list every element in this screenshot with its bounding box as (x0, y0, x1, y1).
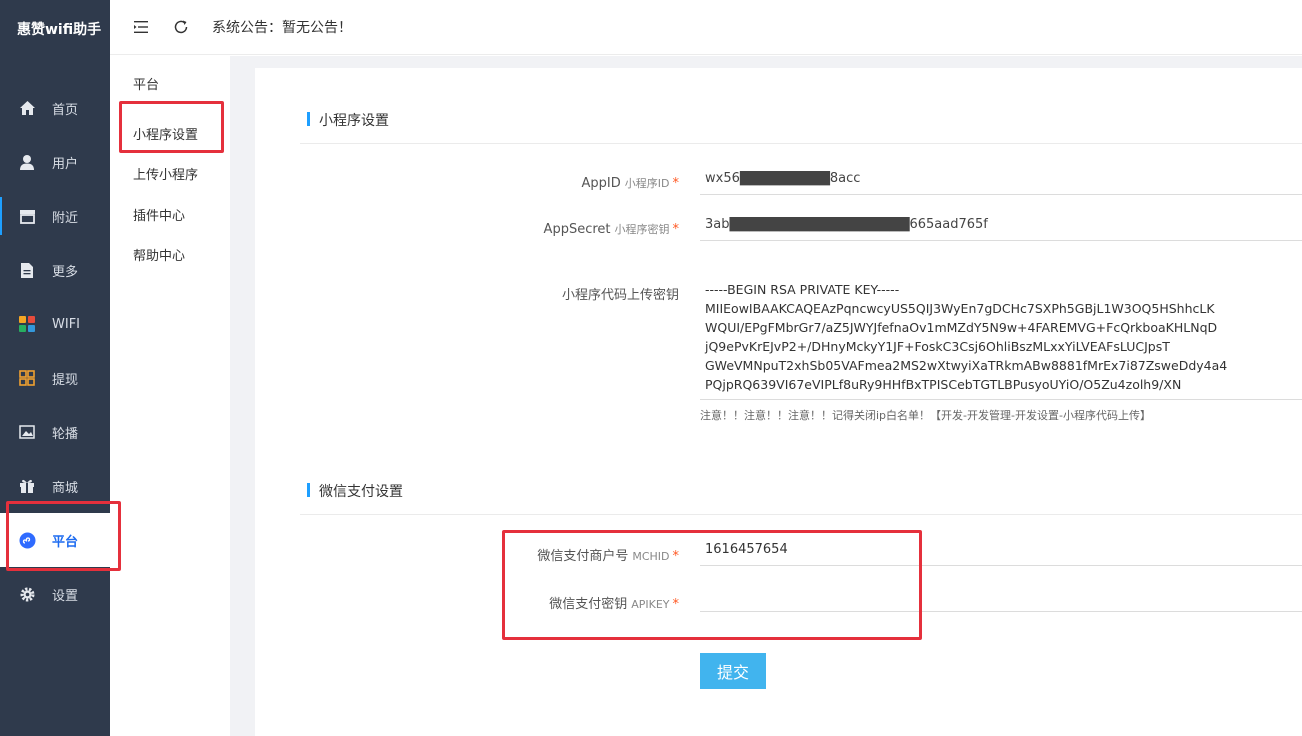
submit-button[interactable]: 提交 (700, 653, 766, 689)
document-icon (18, 261, 36, 279)
miniprogram-icon (18, 531, 36, 549)
upload-key-textarea[interactable]: -----BEGIN RSA PRIVATE KEY----- MIIEowIB… (700, 280, 1302, 400)
sidebar-item-label: 更多 (52, 264, 79, 280)
user-icon (18, 153, 36, 171)
sidebar-item-withdraw[interactable]: 提现 (0, 351, 110, 405)
main-nav: 首页 用户 附近 更多 WIFI 提现 轮播 商城 平台 设置 (0, 81, 110, 621)
sidebar-item-label: 用户 (52, 156, 79, 172)
appsecret-label: AppSecret 小程序密钥 * (543, 222, 679, 237)
sidebar-item-label: WIFI (52, 316, 80, 332)
section-divider (300, 143, 1302, 144)
apikey-input[interactable] (700, 580, 1302, 612)
gift-icon (18, 477, 36, 495)
sidebar-item-label: 提现 (52, 372, 79, 388)
menu-toggle-icon[interactable] (132, 18, 150, 36)
upload-key-label: 小程序代码上传密钥 (561, 288, 679, 303)
sidebar-item-label: 轮播 (52, 426, 79, 442)
section-divider (300, 514, 1302, 515)
sidebar-item-label: 平台 (52, 534, 79, 550)
sidebar-item-user[interactable]: 用户 (0, 135, 110, 189)
sidebar-item-settings[interactable]: 设置 (0, 567, 110, 621)
gear-icon (18, 585, 36, 603)
appid-label: AppID 小程序ID * (581, 176, 679, 191)
sidebar-item-mall[interactable]: 商城 (0, 459, 110, 513)
apikey-label: 微信支付密钥 APIKEY * (549, 597, 679, 612)
top-header: 系统公告：暂无公告！ (110, 0, 1302, 55)
sidebar-item-carousel[interactable]: 轮播 (0, 405, 110, 459)
sidebar-item-wifi[interactable]: WIFI (0, 297, 110, 351)
sidebar-item-more[interactable]: 更多 (0, 243, 110, 297)
submenu-item-platform[interactable]: 平台 (133, 74, 159, 93)
grid-app-icon (18, 315, 36, 333)
sidebar-item-label: 附近 (52, 210, 79, 226)
grid-icon (18, 369, 36, 387)
store-icon (18, 207, 36, 225)
sidebar-item-nearby[interactable]: 附近 (0, 189, 110, 243)
image-icon (18, 423, 36, 441)
submenu-item-help-center[interactable]: 帮助中心 (133, 245, 185, 264)
sidebar-item-platform[interactable]: 平台 (0, 513, 110, 567)
sidebar-item-label: 商城 (52, 480, 79, 496)
main-sidebar: 惠赞wifi助手 首页 用户 附近 更多 WIFI 提现 轮播 商城 平台 设置 (0, 0, 110, 736)
wechatpay-section-title: 微信支付设置 (307, 481, 403, 501)
platform-submenu: 平台 小程序设置 上传小程序 插件中心 帮助中心 (110, 56, 230, 736)
appsecret-input[interactable] (700, 209, 1302, 241)
sidebar-item-label: 首页 (52, 102, 79, 118)
appid-input[interactable] (700, 163, 1302, 195)
whitelist-warning-note: 注意！！注意！！注意！！记得关闭ip白名单！【开发-开发管理-开发设置-小程序代… (700, 409, 1151, 422)
submenu-item-miniprogram-settings[interactable]: 小程序设置 (133, 124, 198, 143)
settings-card: 小程序设置 AppID小程序ID* AppSecret小程序密钥* 小程序代码上… (255, 68, 1302, 736)
system-notice: 系统公告：暂无公告！ (212, 20, 352, 36)
submenu-item-plugin-center[interactable]: 插件中心 (133, 205, 185, 224)
brand-title: 惠赞wifi助手 (17, 22, 102, 38)
sidebar-item-home[interactable]: 首页 (0, 81, 110, 135)
sidebar-item-label: 设置 (52, 588, 79, 604)
submenu-item-upload-miniprogram[interactable]: 上传小程序 (133, 164, 198, 183)
mchid-input[interactable] (700, 534, 1302, 566)
mchid-label: 微信支付商户号 MCHID * (537, 549, 679, 564)
refresh-icon[interactable] (172, 18, 190, 36)
home-icon (18, 99, 36, 117)
miniprogram-section-title: 小程序设置 (307, 110, 389, 130)
